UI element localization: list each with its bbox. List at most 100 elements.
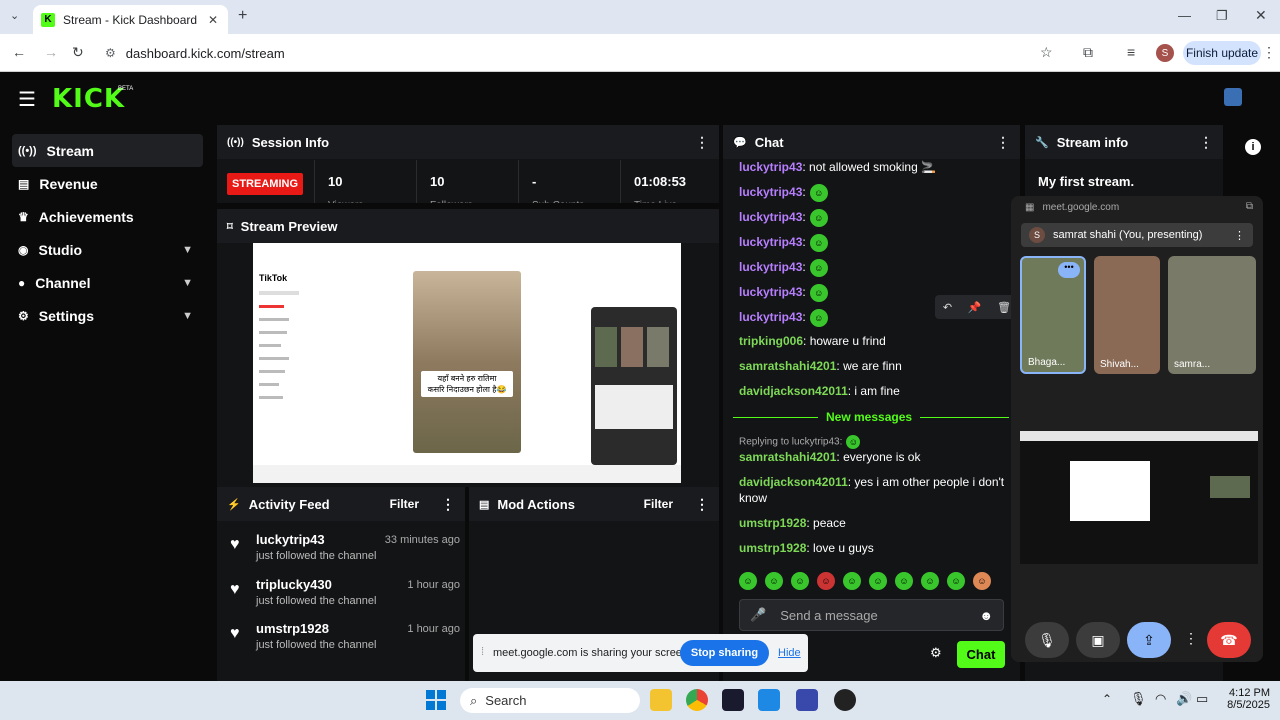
more-options-icon[interactable]: ⋮: [996, 134, 1010, 151]
activity-user[interactable]: luckytrip43: [256, 532, 325, 547]
windows-start-icon[interactable]: [426, 690, 446, 710]
sidebar-item-studio[interactable]: ◉ Studio ▼: [12, 233, 203, 266]
emote-icon[interactable]: ☺: [947, 572, 965, 590]
kick-logo[interactable]: KICK: [52, 84, 125, 114]
battery-icon[interactable]: ▭: [1196, 691, 1208, 707]
chat-message[interactable]: luckytrip43: ☺: [739, 184, 828, 202]
emote-icon[interactable]: ☺: [765, 572, 783, 590]
emote-icon[interactable]: ☺: [869, 572, 887, 590]
stream-preview-video[interactable]: TikTok यहाँ बनने हरु रातिमा कसरि निदाउछन…: [253, 243, 681, 483]
drag-handle-icon[interactable]: ⁞: [481, 646, 484, 658]
emote-icon[interactable]: ☺: [843, 572, 861, 590]
more-options-icon[interactable]: ⋮: [695, 134, 709, 151]
more-dots-icon[interactable]: •••: [1058, 262, 1080, 278]
finish-update-button[interactable]: Finish update: [1183, 41, 1261, 65]
sidebar-item-revenue[interactable]: ▤ Revenue: [12, 167, 203, 200]
microphone-icon[interactable]: 🎙: [1130, 691, 1147, 707]
chat-message[interactable]: tripking006: howare u frind: [739, 334, 886, 348]
emote-icon[interactable]: ☺: [791, 572, 809, 590]
sidebar-item-achievements[interactable]: ♛ Achievements: [12, 200, 203, 233]
app-icon[interactable]: [796, 689, 818, 711]
user-avatar[interactable]: [1224, 88, 1242, 106]
media-controls-icon[interactable]: ≡: [1127, 44, 1135, 60]
emoji-icon[interactable]: ☻: [979, 608, 993, 623]
mic-button[interactable]: 🎙: [1025, 622, 1069, 658]
chat-message[interactable]: luckytrip43: not allowed smoking 🚬: [739, 160, 936, 174]
present-button[interactable]: ⇪: [1127, 622, 1171, 658]
stop-sharing-button[interactable]: Stop sharing: [680, 640, 769, 666]
obs-icon[interactable]: [834, 689, 856, 711]
reply-icon[interactable]: ↶: [943, 301, 952, 314]
new-tab-icon[interactable]: +: [238, 7, 247, 25]
emote-icon[interactable]: ☺: [817, 572, 835, 590]
mod-filter-button[interactable]: Filter: [644, 497, 673, 511]
minimize-icon[interactable]: —: [1178, 8, 1191, 23]
delete-icon[interactable]: 🗑: [997, 301, 1011, 314]
activity-filter-button[interactable]: Filter: [390, 497, 419, 511]
emote-icon[interactable]: ☺: [921, 572, 939, 590]
forward-icon[interactable]: →: [44, 44, 58, 60]
clock[interactable]: 4:12 PM 8/5/2025: [1220, 687, 1270, 711]
sidebar-item-channel[interactable]: ● Channel ▼: [12, 266, 203, 299]
info-icon[interactable]: i: [1245, 139, 1261, 155]
pin-icon[interactable]: 📌: [968, 301, 982, 314]
chat-settings-icon[interactable]: ⚙: [930, 645, 942, 661]
chevron-up-icon[interactable]: ⌃: [1102, 692, 1112, 706]
more-options-icon[interactable]: ⋮: [695, 496, 709, 513]
app-icon[interactable]: [722, 689, 744, 711]
chat-message[interactable]: davidjackson42011: yes i am other people…: [739, 475, 1004, 489]
url-field[interactable]: ⚙ dashboard.kick.com/stream: [105, 41, 1065, 65]
more-options-icon[interactable]: ⋮: [1199, 134, 1213, 151]
emote-icon[interactable]: ☺: [739, 572, 757, 590]
chat-input[interactable]: 🎤 Send a message ☻: [739, 599, 1004, 631]
activity-user[interactable]: triplucky430: [256, 577, 332, 592]
chat-message[interactable]: umstrp1928: peace: [739, 516, 846, 530]
send-chat-button[interactable]: Chat: [957, 641, 1005, 668]
chat-message[interactable]: luckytrip43: ☺: [739, 234, 828, 252]
more-options-icon[interactable]: ⋮: [1234, 229, 1245, 242]
maximize-icon[interactable]: ❐: [1216, 8, 1228, 24]
pip-icon[interactable]: ⧉: [1246, 201, 1253, 212]
taskbar-search[interactable]: ⌕ Search: [460, 688, 640, 713]
window-close-icon[interactable]: ✕: [1255, 7, 1267, 24]
mic-icon[interactable]: 🎤: [750, 607, 766, 623]
chat-message[interactable]: samratshahi4201: everyone is ok: [739, 450, 920, 464]
site-info-icon[interactable]: ⚙: [105, 46, 116, 60]
participant-tile[interactable]: samra...: [1168, 256, 1256, 374]
file-explorer-icon[interactable]: [650, 689, 672, 711]
hide-link[interactable]: Hide: [778, 647, 801, 659]
heart-icon: ♥: [230, 625, 240, 642]
close-tab-icon[interactable]: ✕: [208, 13, 218, 27]
chat-message[interactable]: luckytrip43: ☺: [739, 284, 828, 302]
emote-icon[interactable]: ☺: [895, 572, 913, 590]
chat-message[interactable]: luckytrip43: ☺: [739, 209, 828, 227]
participant-tile[interactable]: ••• Bhaga...: [1020, 256, 1086, 374]
volume-icon[interactable]: 🔊: [1176, 691, 1192, 707]
emote-icon[interactable]: ☺: [973, 572, 991, 590]
chat-message[interactable]: luckytrip43: ☺: [739, 309, 828, 327]
chat-message[interactable]: luckytrip43: ☺: [739, 259, 828, 277]
wifi-icon[interactable]: ◠: [1155, 691, 1166, 707]
participant-tile[interactable]: Shivah...: [1094, 256, 1160, 374]
tab-list-icon[interactable]: ⌄: [10, 9, 19, 22]
hamburger-menu-icon[interactable]: ☰: [18, 87, 36, 112]
bookmark-star-icon[interactable]: ☆: [1040, 44, 1053, 61]
sidebar-item-settings[interactable]: ⚙ Settings ▼: [12, 299, 203, 332]
leave-call-button[interactable]: ☎: [1207, 622, 1251, 658]
activity-user[interactable]: umstrp1928: [256, 621, 329, 636]
more-options-icon[interactable]: ⋮: [1184, 630, 1198, 647]
reload-icon[interactable]: ↻: [72, 44, 84, 61]
chrome-icon[interactable]: [686, 689, 708, 711]
chat-message[interactable]: samratshahi4201: we are finn: [739, 359, 902, 373]
back-icon[interactable]: ←: [12, 44, 26, 60]
browser-menu-icon[interactable]: ⋮: [1262, 44, 1276, 61]
profile-avatar[interactable]: S: [1156, 44, 1174, 62]
chat-message[interactable]: umstrp1928: love u guys: [739, 541, 874, 555]
extensions-icon[interactable]: ⧉: [1083, 44, 1093, 61]
app-icon[interactable]: [758, 689, 780, 711]
more-options-icon[interactable]: ⋮: [441, 496, 455, 513]
camera-button[interactable]: ▣: [1076, 622, 1120, 658]
sidebar-item-stream[interactable]: ((•)) Stream: [12, 134, 203, 167]
browser-tab[interactable]: K Stream - Kick Dashboard ✕: [33, 5, 228, 34]
chat-message[interactable]: davidjackson42011: i am fine: [739, 384, 900, 398]
